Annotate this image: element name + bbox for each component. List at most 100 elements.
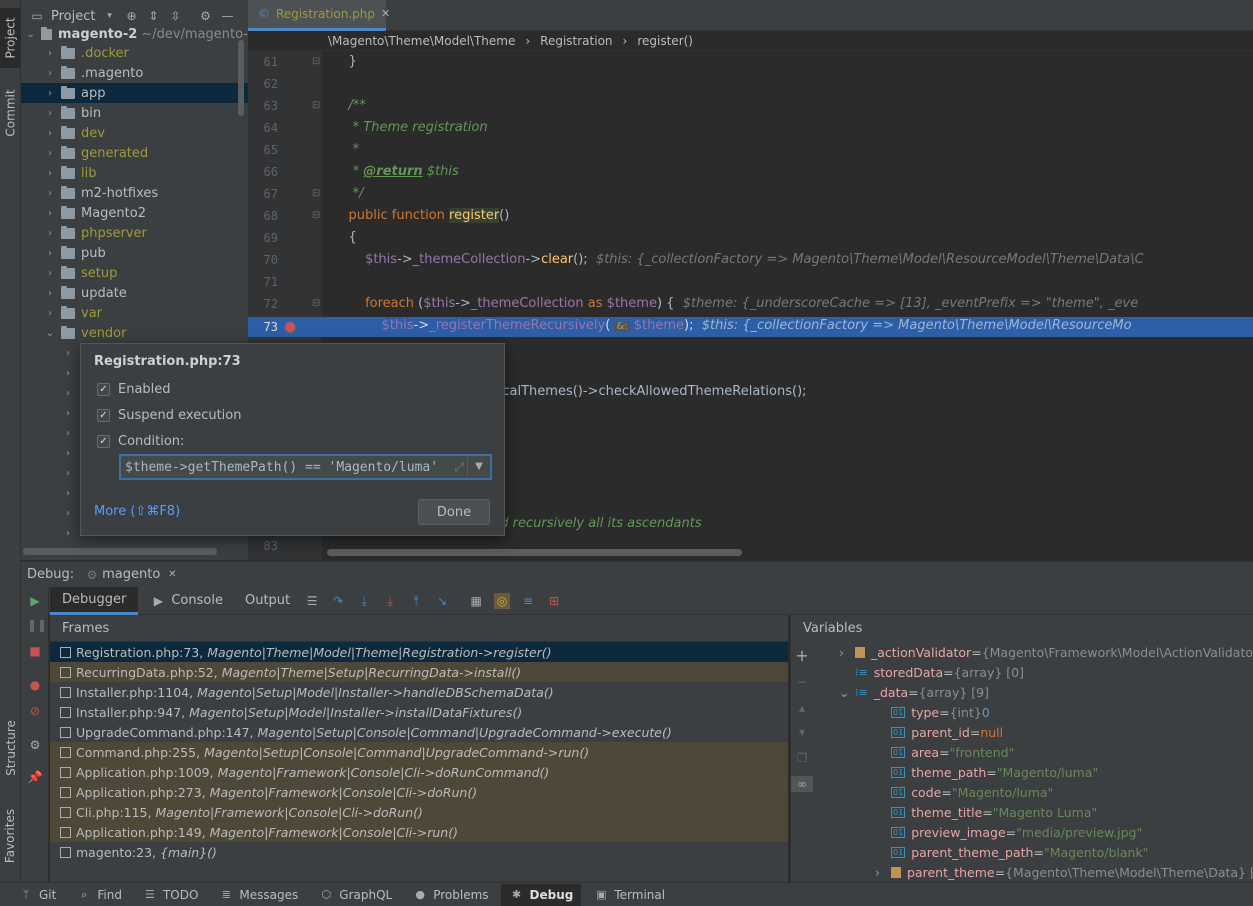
- chevron-right-icon[interactable]: ›: [875, 865, 891, 880]
- variable-row[interactable]: ⁝≡ storedData = {array} [0]: [839, 662, 1024, 682]
- horizontal-scrollbar[interactable]: [23, 548, 217, 555]
- chevron-right-icon[interactable]: ›: [61, 388, 75, 399]
- close-icon[interactable]: ✕: [164, 567, 180, 583]
- suspend-checkbox[interactable]: ✓ Suspend execution: [97, 408, 242, 423]
- minimize-icon[interactable]: —: [219, 8, 235, 24]
- step-out-icon[interactable]: ⤒: [408, 593, 424, 609]
- commit-tool-tab[interactable]: Commit: [0, 80, 21, 146]
- stop-icon[interactable]: ■: [27, 643, 43, 659]
- breadcrumb-item[interactable]: Registration: [540, 34, 612, 48]
- fold-icon[interactable]: ⊟: [312, 293, 320, 315]
- step-over-icon[interactable]: ↷: [330, 593, 346, 609]
- frame-row[interactable]: Application.php:149, Magento|Framework|C…: [50, 822, 788, 842]
- variable-row[interactable]: 01 theme_path = "Magento/luma": [875, 762, 1098, 782]
- chevron-right-icon[interactable]: ›: [61, 488, 75, 499]
- chevron-right-icon[interactable]: ›: [43, 228, 57, 239]
- up-icon[interactable]: ▴: [794, 700, 810, 716]
- mute-breakpoints-icon[interactable]: ⊘: [27, 703, 43, 719]
- breakpoint-icon[interactable]: ●: [284, 317, 296, 337]
- tree-item[interactable]: ⌄ vendor: [21, 323, 248, 343]
- pause-icon[interactable]: ❚❚: [27, 617, 47, 633]
- more-link[interactable]: More (⇧⌘F8): [94, 504, 180, 519]
- tool-window-problems[interactable]: ● Problems: [404, 884, 496, 906]
- debug-session-tab[interactable]: magento: [102, 567, 160, 582]
- tree-item[interactable]: › bin: [21, 103, 248, 123]
- add-watch-icon[interactable]: ⊞: [546, 593, 562, 609]
- tool-window-messages[interactable]: ≣ Messages: [210, 884, 306, 906]
- chevron-right-icon[interactable]: ›: [839, 645, 855, 660]
- expand-all-icon[interactable]: ⇕: [145, 8, 161, 24]
- glasses-icon[interactable]: ∞: [791, 776, 813, 792]
- variable-row[interactable]: 01 parent_id = null: [875, 722, 1003, 742]
- project-view-selector[interactable]: Project: [51, 9, 95, 24]
- chevron-right-icon[interactable]: ›: [61, 368, 75, 379]
- chevron-right-icon[interactable]: ›: [61, 408, 75, 419]
- chevron-right-icon[interactable]: ›: [43, 108, 57, 119]
- tool-window-find[interactable]: ⌕ Find: [68, 884, 130, 906]
- close-icon[interactable]: ✕: [381, 6, 390, 22]
- tree-item[interactable]: › dev: [21, 123, 248, 143]
- tree-item[interactable]: › setup: [21, 263, 248, 283]
- chevron-right-icon[interactable]: ›: [43, 148, 57, 159]
- variable-row[interactable]: 01 theme_title = "Magento Luma": [875, 802, 1097, 822]
- chevron-right-icon[interactable]: ›: [61, 428, 75, 439]
- frame-row[interactable]: Cli.php:115, Magento|Framework|Console|C…: [50, 802, 788, 822]
- gear-icon[interactable]: ⚙: [197, 8, 213, 24]
- tree-item[interactable]: › pub: [21, 243, 248, 263]
- tree-item[interactable]: › m2-hotfixes: [21, 183, 248, 203]
- frame-row[interactable]: RecurringData.php:52, Magento|Theme|Setu…: [50, 662, 788, 682]
- frame-row[interactable]: Command.php:255, Magento|Setup|Console|C…: [50, 742, 788, 762]
- structure-tool-tab[interactable]: Structure: [0, 710, 21, 786]
- tree-item[interactable]: › update: [21, 283, 248, 303]
- menu-icon[interactable]: ☰: [304, 593, 320, 609]
- tree-item[interactable]: › Magento2: [21, 203, 248, 223]
- down-icon[interactable]: ▾: [794, 724, 810, 740]
- chevron-right-icon[interactable]: ›: [43, 208, 57, 219]
- chevron-right-icon[interactable]: ›: [61, 508, 75, 519]
- chevron-right-icon[interactable]: ›: [43, 68, 57, 79]
- chevron-down-icon[interactable]: ▾: [101, 8, 117, 24]
- frame-row[interactable]: UpgradeCommand.php:147, Magento|Setup|Co…: [50, 722, 788, 742]
- tool-window-todo[interactable]: ☰ TODO: [134, 884, 206, 906]
- minus-icon[interactable]: −: [794, 674, 810, 690]
- tree-root[interactable]: ⌄ magento-2 ~/dev/magento-: [21, 24, 248, 44]
- tree-item[interactable]: › app: [21, 83, 248, 103]
- collapse-all-icon[interactable]: ⇳: [167, 8, 183, 24]
- variable-row[interactable]: 01 parent_theme_path = "Magento/blank": [875, 842, 1148, 862]
- tree-item[interactable]: › var: [21, 303, 248, 323]
- tool-window-debug[interactable]: ✱ Debug: [500, 883, 582, 906]
- condition-input[interactable]: $theme->getThemePath() == 'Magento/luma'…: [119, 454, 492, 480]
- frame-row[interactable]: Installer.php:947, Magento|Setup|Model|I…: [50, 702, 788, 722]
- pin-icon[interactable]: 📌: [27, 769, 43, 785]
- chevron-right-icon[interactable]: ›: [61, 348, 75, 359]
- chevron-right-icon[interactable]: ›: [43, 248, 57, 259]
- variable-row[interactable]: 01 area = "frontend": [875, 742, 1014, 762]
- chevron-right-icon[interactable]: ›: [43, 48, 57, 59]
- tool-window-terminal[interactable]: ▣ Terminal: [585, 884, 673, 906]
- tree-item[interactable]: › lib: [21, 163, 248, 183]
- force-step-into-icon[interactable]: ⤓: [382, 593, 398, 609]
- frame-row[interactable]: magento:23, {main}(): [50, 842, 788, 862]
- frame-row[interactable]: Registration.php:73, Magento|Theme|Model…: [50, 642, 788, 662]
- list-icon[interactable]: ≡: [520, 593, 536, 609]
- breadcrumb-item[interactable]: register(): [637, 34, 693, 48]
- fold-icon[interactable]: ⊟: [312, 205, 320, 227]
- watch-icon[interactable]: ◎: [494, 592, 511, 609]
- chevron-right-icon[interactable]: ›: [43, 188, 57, 199]
- chevron-right-icon[interactable]: ›: [61, 448, 75, 459]
- chevron-right-icon[interactable]: ›: [61, 528, 75, 539]
- tree-item[interactable]: › phpserver: [21, 223, 248, 243]
- tree-item[interactable]: › .docker: [21, 43, 248, 63]
- variable-row[interactable]: › parent_theme = {Magento\Theme\Model\The…: [875, 862, 1253, 882]
- chevron-right-icon[interactable]: ›: [43, 268, 57, 279]
- frame-row[interactable]: Installer.php:1104, Magento|Setup|Model|…: [50, 682, 788, 702]
- tree-item[interactable]: › .magento: [21, 63, 248, 83]
- variable-row[interactable]: 01 type = {int} 0: [875, 702, 990, 722]
- tab-output[interactable]: Output: [235, 593, 300, 608]
- chevron-right-icon[interactable]: ›: [43, 88, 57, 99]
- enabled-checkbox[interactable]: ✓ Enabled: [97, 382, 171, 397]
- editor-tab-registration[interactable]: © Registration.php ✕: [248, 0, 390, 31]
- chevron-down-icon[interactable]: ⌄: [43, 328, 57, 339]
- done-button[interactable]: Done: [418, 499, 490, 525]
- tab-console[interactable]: ▶ Console: [138, 593, 235, 609]
